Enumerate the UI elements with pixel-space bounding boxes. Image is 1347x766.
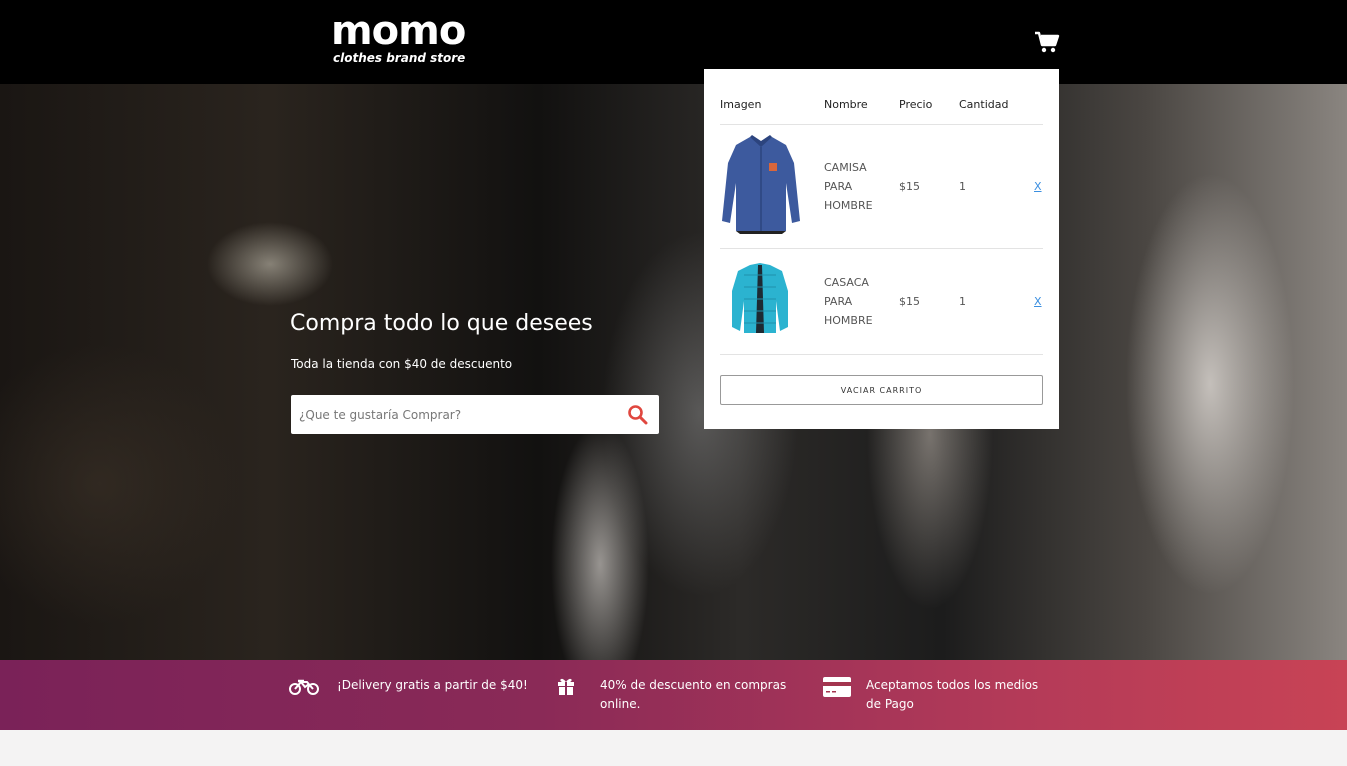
item-price: $15	[899, 180, 920, 193]
search-form	[291, 395, 659, 434]
remove-item-button[interactable]: X	[1034, 180, 1042, 193]
item-name: Camisa para hombre	[824, 161, 873, 212]
header-divider	[720, 124, 1043, 125]
gift-icon	[556, 676, 576, 702]
empty-cart-button[interactable]: VACIAR CARRITO	[720, 375, 1043, 405]
credit-card-icon	[822, 676, 852, 704]
hero-title: Compra todo lo que desees	[290, 311, 593, 336]
hero-banner	[0, 84, 1347, 660]
brand-logo[interactable]: momo clothes brand store	[331, 10, 491, 72]
brand-name: momo	[331, 8, 466, 54]
column-header-quantity: Cantidad	[959, 98, 1009, 111]
column-header-price: Precio	[899, 98, 933, 111]
row-divider	[720, 354, 1043, 355]
shopping-cart-icon[interactable]	[1034, 30, 1060, 54]
feature-payment-text: Aceptamos todos los medios de Pago	[866, 678, 1039, 711]
search-icon[interactable]	[627, 404, 648, 425]
search-input[interactable]	[291, 395, 611, 434]
item-quantity: 1	[959, 295, 966, 308]
row-divider	[720, 248, 1043, 249]
cart-dropdown: Imagen Nombre Precio Cantidad Camisa par…	[704, 69, 1059, 429]
top-header: momo clothes brand store	[0, 0, 1347, 84]
item-name: Casaca para hombre	[824, 276, 873, 327]
column-header-image: Imagen	[720, 98, 762, 111]
item-price: $15	[899, 295, 920, 308]
features-bar: ¡Delivery gratis a partir de $40! 40% de…	[0, 660, 1347, 730]
column-header-name: Nombre	[824, 98, 868, 111]
feature-discount-text: 40% de descuento en compras online.	[600, 678, 787, 711]
jacket-image	[730, 261, 790, 335]
page-footer-area	[0, 730, 1347, 766]
hero-subtitle: Toda la tienda con $40 de descuento	[291, 357, 513, 371]
remove-item-button[interactable]: X	[1034, 295, 1042, 308]
feature-delivery-text: ¡Delivery gratis a partir de $40!	[337, 678, 528, 692]
brand-tagline: clothes brand store	[333, 51, 466, 65]
motorcycle-icon	[289, 676, 319, 702]
shirt-image	[720, 133, 802, 234]
item-quantity: 1	[959, 180, 966, 193]
